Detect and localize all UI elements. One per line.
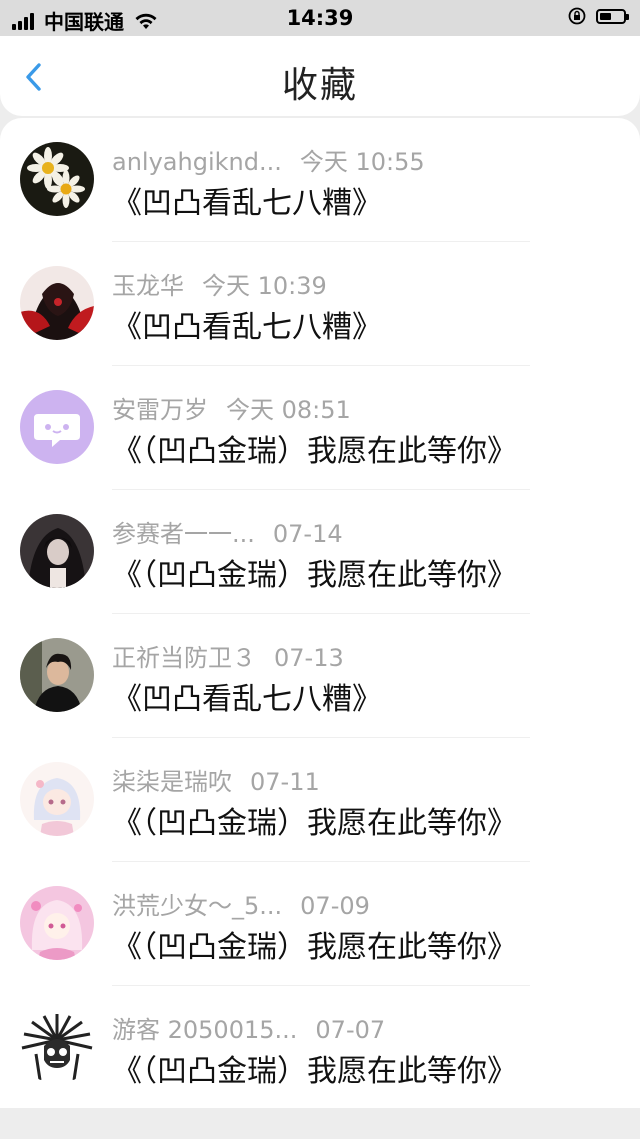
skull-headdress-avatar: [20, 1010, 94, 1084]
list-item[interactable]: 安雷万岁 今天 08:51 《（凹凸金瑞）我愿在此等你》: [0, 366, 640, 490]
battery-icon: [596, 8, 629, 24]
item-title: 《（凹凸金瑞）我愿在此等你》: [112, 434, 517, 469]
item-meta: 参赛者一一... 07-14: [112, 514, 343, 549]
item-meta: 正祈当防卫３ 07-13: [112, 638, 344, 673]
red-anime-avatar: [20, 266, 94, 340]
item-meta: 柒柒是瑞吹 07-11: [112, 762, 320, 797]
user-name: 洪荒少女～_5...: [112, 892, 283, 920]
item-time: 07-14: [272, 520, 343, 548]
pink-anime-avatar: [20, 886, 94, 960]
item-title: 《（凹凸金瑞）我愿在此等你》: [112, 1054, 517, 1089]
chat-bubble-avatar: [20, 390, 94, 464]
battery-level: [600, 12, 611, 20]
item-meta: anlyahgiknd... 今天 10:55: [112, 142, 425, 177]
list-item[interactable]: 参赛者一一... 07-14 《（凹凸金瑞）我愿在此等你》: [0, 490, 640, 614]
item-title: 《（凹凸金瑞）我愿在此等你》: [112, 930, 517, 965]
item-time: 今天 10:55: [299, 148, 425, 176]
list-item[interactable]: 玉龙华 今天 10:39 《凹凸看乱七八糟》: [0, 242, 640, 366]
clock: 14:39: [286, 6, 354, 30]
daisy-flowers-avatar: [20, 142, 94, 216]
user-name: 参赛者一一...: [112, 520, 255, 548]
list-item[interactable]: 柒柒是瑞吹 07-11 《（凹凸金瑞）我愿在此等你》: [0, 738, 640, 862]
user-name: 正祈当防卫３: [112, 644, 256, 672]
item-time: 07-07: [315, 1016, 386, 1044]
photo-person-avatar: [20, 638, 94, 712]
dark-anime-avatar: [20, 514, 94, 588]
item-title: 《（凹凸金瑞）我愿在此等你》: [112, 558, 517, 593]
user-name: 安雷万岁: [112, 396, 208, 424]
item-title: 《凹凸看乱七八糟》: [112, 186, 382, 221]
item-title: 《凹凸看乱七八糟》: [112, 310, 382, 345]
orientation-lock-icon: [568, 7, 586, 25]
item-meta: 安雷万岁 今天 08:51: [112, 390, 351, 425]
item-title: 《凹凸看乱七八糟》: [112, 682, 382, 717]
status-right: [568, 7, 629, 25]
list-item[interactable]: 洪荒少女～_5... 07-09 《（凹凸金瑞）我愿在此等你》: [0, 862, 640, 986]
user-name: anlyahgiknd...: [112, 148, 282, 176]
item-time: 今天 10:39: [202, 272, 327, 300]
bottom-spacer: [0, 1108, 640, 1139]
item-time: 今天 08:51: [226, 396, 351, 424]
nav-bar: 收藏: [0, 36, 640, 116]
item-meta: 玉龙华 今天 10:39: [112, 266, 327, 301]
item-title: 《（凹凸金瑞）我愿在此等你》: [112, 806, 517, 841]
user-name: 柒柒是瑞吹: [112, 768, 232, 796]
item-time: 07-11: [250, 768, 320, 796]
item-time: 07-09: [300, 892, 370, 920]
list-item[interactable]: 正祈当防卫３ 07-13 《凹凸看乱七八糟》: [0, 614, 640, 738]
page-title: 收藏: [281, 65, 358, 106]
list-item[interactable]: 游客 2050015... 07-07 《（凹凸金瑞）我愿在此等你》: [0, 986, 640, 1110]
item-meta: 洪荒少女～_5... 07-09: [112, 886, 370, 921]
user-name: 玉龙华: [112, 272, 184, 300]
favorites-list: anlyahgiknd... 今天 10:55 《凹凸看乱七八糟》 玉龙华 今天 1…: [0, 118, 640, 1108]
user-name: 游客 2050015...: [112, 1016, 298, 1044]
status-bar: 中国联通 14:39: [0, 0, 640, 36]
item-meta: 游客 2050015... 07-07: [112, 1010, 385, 1045]
chibi-anime-avatar: [20, 762, 94, 836]
item-time: 07-13: [274, 644, 344, 672]
list-item[interactable]: anlyahgiknd... 今天 10:55 《凹凸看乱七八糟》: [0, 118, 640, 242]
